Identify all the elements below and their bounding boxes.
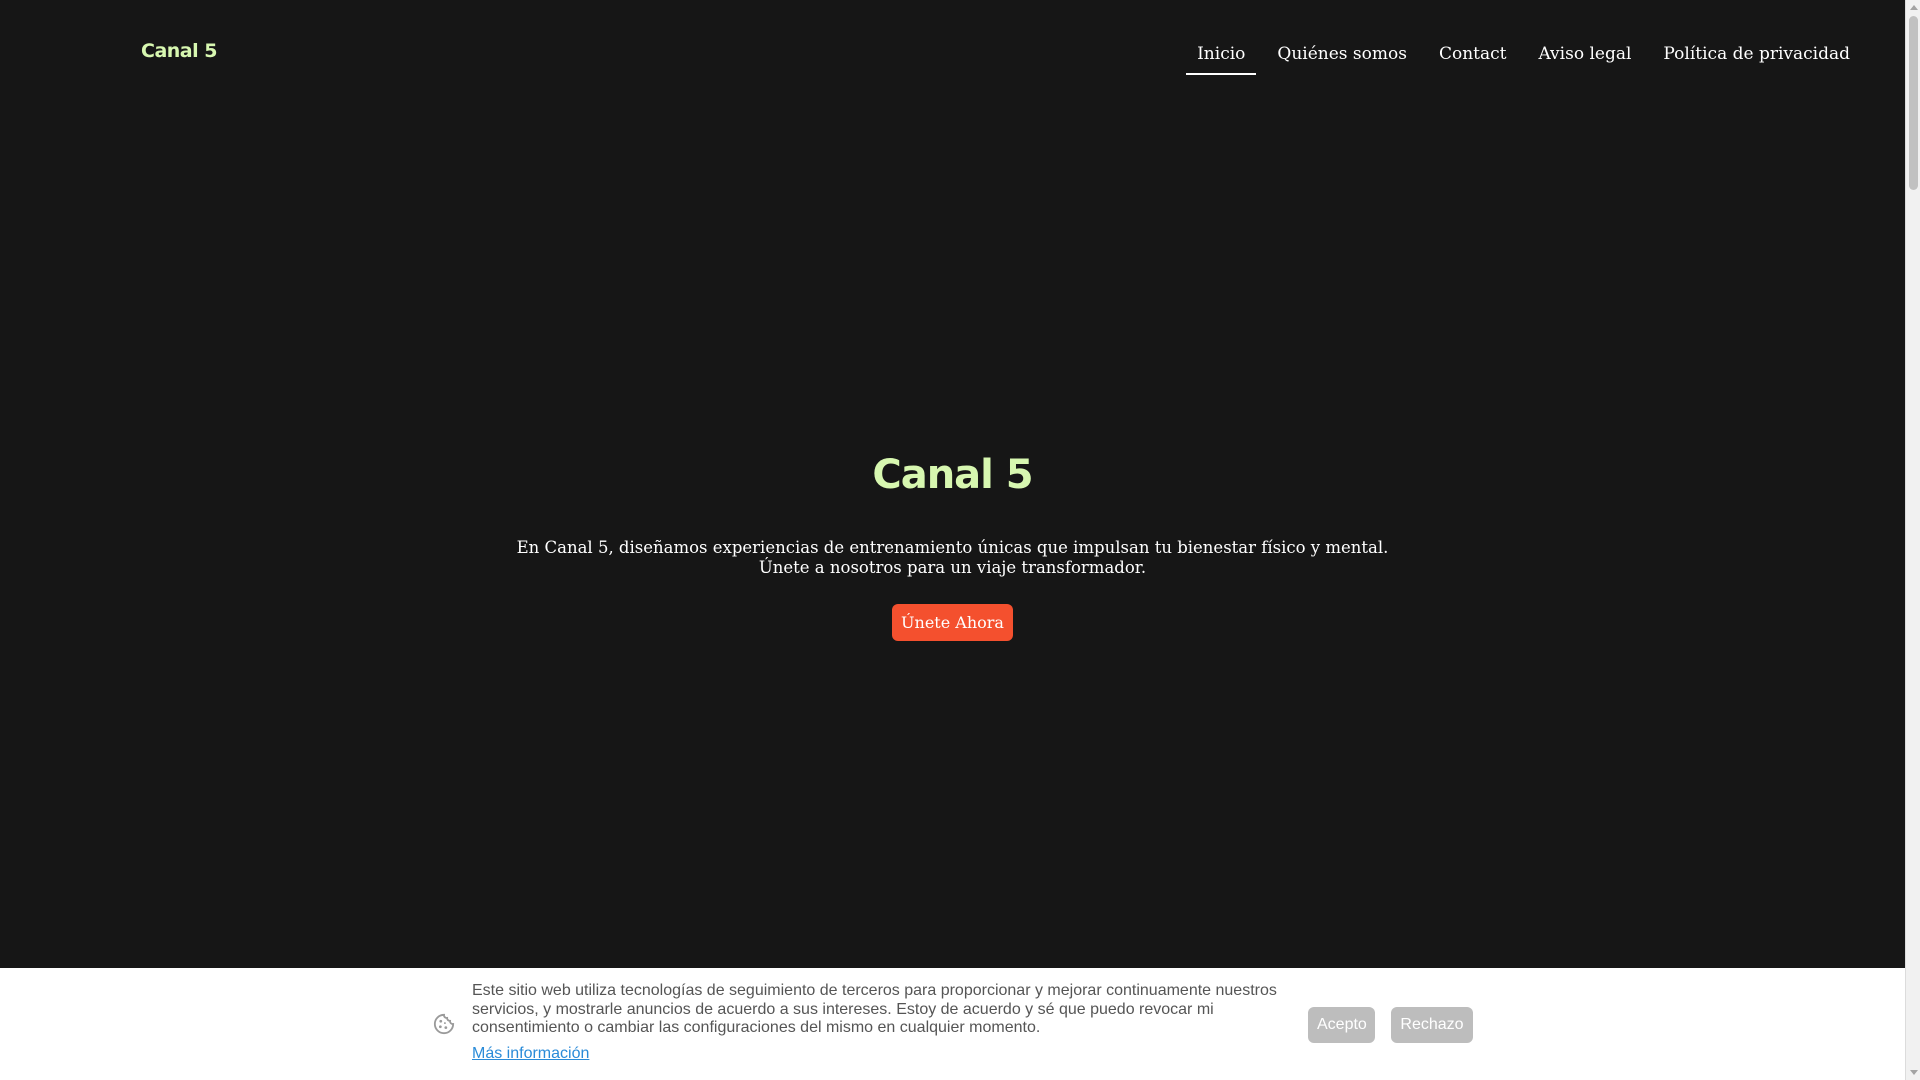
hero-description: En Canal 5, diseñamos experiencias de en… [516, 538, 1389, 577]
scroll-thumb[interactable] [1909, 16, 1918, 190]
nav-item-contact[interactable]: Contact [1428, 41, 1518, 82]
vertical-scrollbar[interactable] [1905, 0, 1920, 1080]
reject-cookies-button[interactable]: Rechazo [1391, 1007, 1473, 1043]
cookie-icon [433, 1013, 455, 1035]
nav-item-aviso-legal[interactable]: Aviso legal [1527, 41, 1642, 82]
site-logo[interactable]: Canal 5 [141, 40, 217, 62]
nav-item-quienes-somos[interactable]: Quiénes somos [1266, 41, 1418, 82]
scroll-down-icon[interactable] [1910, 1070, 1918, 1075]
hero-title: Canal 5 [872, 452, 1033, 498]
main-nav: Inicio Quiénes somos Contact Aviso legal… [1176, 41, 1861, 82]
accept-cookies-button[interactable]: Acepto [1308, 1007, 1375, 1043]
cookie-banner: Este sitio web utiliza tecnologías de se… [0, 968, 1905, 1080]
cookie-consent-text: Este sitio web utiliza tecnologías de se… [472, 982, 1277, 1036]
nav-item-politica-privacidad[interactable]: Política de privacidad [1652, 41, 1861, 82]
more-info-link[interactable]: Más información [472, 1045, 589, 1063]
nav-item-inicio[interactable]: Inicio [1186, 41, 1257, 82]
page: Canal 5 Inicio Quiénes somos Contact Avi… [0, 0, 1920, 1080]
join-now-button[interactable]: Únete Ahora [892, 604, 1013, 641]
hero-section: Canal 5 En Canal 5, diseñamos experienci… [0, 455, 1905, 641]
scroll-up-icon[interactable] [1910, 5, 1918, 10]
